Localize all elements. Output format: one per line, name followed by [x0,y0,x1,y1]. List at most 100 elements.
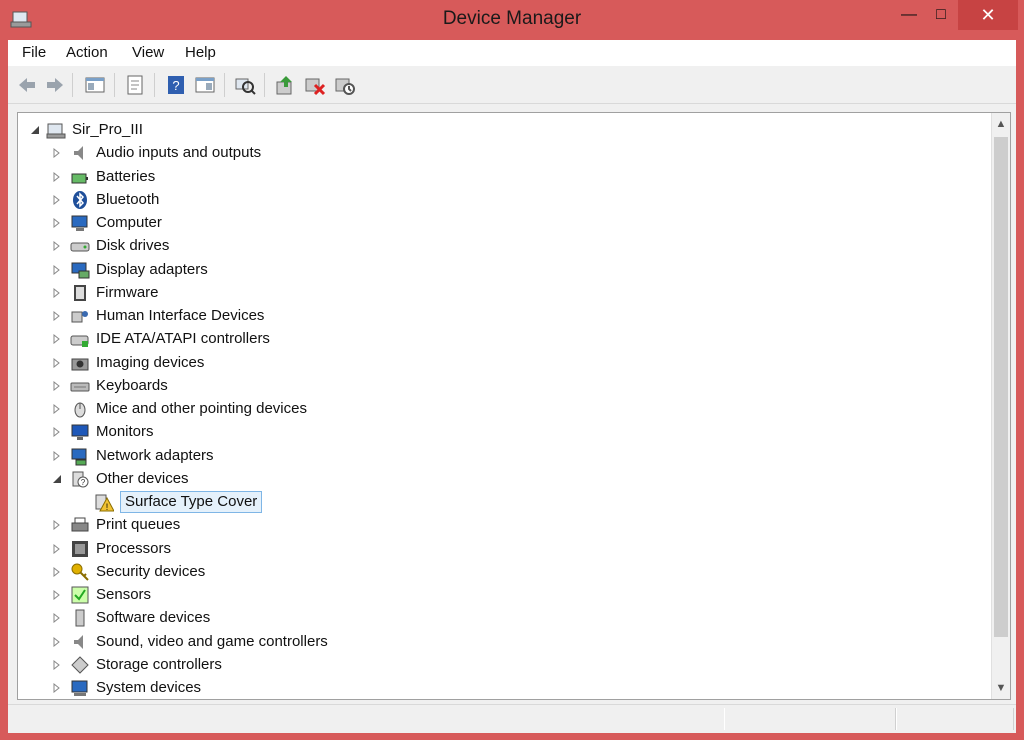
expand-icon[interactable] [52,450,62,461]
tree-item-label: Computer [96,214,162,231]
device-tree[interactable]: Sir_Pro_III Audio inputs and outputs Batte… [17,112,1011,700]
menu-file[interactable]: File [22,44,46,61]
expand-icon[interactable] [52,590,62,600]
expand-icon[interactable] [52,520,62,531]
status-bar [8,704,1016,733]
close-button[interactable]: ✕ [958,0,1018,30]
menu-view[interactable]: View [132,44,164,61]
tree-item-label: Batteries [96,167,156,185]
tree-category[interactable]: Bluetooth [18,189,988,212]
tree-category[interactable]: Software devices [18,607,988,630]
expand-icon[interactable] [52,218,62,228]
tree-item-label: Storage controllers [96,655,222,673]
expand-icon[interactable] [52,334,62,345]
tree-category[interactable]: Disk drives [18,235,988,258]
disk-drive-icon [70,242,90,252]
tree-category[interactable]: IDE ATA/ATAPI controllers [18,328,988,351]
camera-icon [71,358,89,370]
expand-icon[interactable] [52,683,62,693]
properties-pane-icon[interactable] [84,74,106,96]
expand-icon[interactable] [52,380,62,391]
tree-category[interactable]: Human Interface Devices [18,305,988,328]
expand-icon[interactable] [52,543,62,554]
storage-controller-icon [71,656,89,674]
tree-category[interactable]: Firmware [18,282,988,305]
collapse-icon[interactable] [52,474,62,484]
tree-item-label: Sound, video and game controllers [96,632,328,650]
processor-icon [72,540,88,557]
tree-category[interactable]: Display adapters [18,259,988,282]
expand-icon[interactable] [52,287,62,298]
tree-category[interactable]: Sensors [18,584,988,607]
tree-category[interactable]: Network adapters [18,445,988,468]
tree-category[interactable]: System devices [18,677,988,699]
tree-item-label: Human Interface Devices [96,307,265,324]
tree-category[interactable]: Sound, video and game controllers [18,631,988,654]
svg-text:?: ? [81,478,86,487]
title-bar[interactable]: Device Manager — □ ✕ [0,0,1024,40]
expand-icon[interactable] [52,636,62,647]
scroll-down-button[interactable]: ▼ [992,679,1010,697]
expand-icon[interactable] [52,311,62,321]
disable-icon[interactable] [334,74,356,96]
toolbar-separator [224,73,225,97]
tree-category[interactable]: Imaging devices [18,352,988,375]
tree-category[interactable]: Mice and other pointing devices [18,398,988,421]
tree-item-label: Firmware [96,283,159,301]
collapse-icon[interactable] [30,125,40,135]
uninstall-icon[interactable] [304,74,326,96]
scroll-thumb[interactable] [994,137,1008,637]
system-device-icon [71,680,88,696]
tree-category[interactable]: Monitors [18,421,988,444]
battery-icon [71,173,88,183]
tree-item-label: Bluetooth [96,190,160,208]
tree-category[interactable]: Computer [18,212,988,235]
tree-category[interactable]: Keyboards [18,375,988,398]
client-area: File Action View Help ? Sir_Pro_III Audio… [8,40,1016,733]
tree-item-label: Audio inputs and outputs [96,144,262,162]
tree-root[interactable]: Sir_Pro_III [18,119,988,142]
tree-category[interactable]: Print queues [18,514,988,537]
action-pane-icon[interactable] [194,74,216,96]
menu-help[interactable]: Help [185,44,216,61]
menu-bar: File Action View Help [8,40,1016,66]
tree-category[interactable]: Storage controllers [18,654,988,677]
status-segment [724,708,896,730]
scroll-up-button[interactable]: ▲ [992,115,1010,133]
expand-icon[interactable] [52,659,62,670]
forward-icon[interactable] [44,74,66,96]
vertical-scrollbar[interactable]: ▲ ▼ [991,113,1010,699]
hid-icon [71,311,88,323]
tree-category[interactable]: ? Other devices [18,468,988,491]
expand-icon[interactable] [52,404,62,414]
expand-icon[interactable] [52,357,62,368]
expand-icon[interactable] [52,241,62,252]
unknown-device-icon: ? [72,471,89,488]
svg-text:!: ! [106,502,109,512]
back-icon[interactable] [16,74,38,96]
tree-category[interactable]: Processors [18,538,988,561]
update-driver-icon[interactable] [274,74,296,96]
ide-controller-icon [70,335,89,348]
scan-hardware-icon[interactable] [234,74,256,96]
tree-category[interactable]: Batteries [18,166,988,189]
properties-icon[interactable] [124,74,146,96]
mouse-icon [74,402,86,418]
help-icon[interactable]: ? [165,74,187,96]
expand-icon[interactable] [52,613,62,624]
computer-icon [71,215,88,231]
tree-category[interactable]: Security devices [18,561,988,584]
expand-icon[interactable] [52,566,62,577]
tree-category[interactable]: Audio inputs and outputs [18,142,988,165]
tree-item-label: IDE ATA/ATAPI controllers [96,330,270,348]
toolbar: ? [8,67,1016,104]
expand-icon[interactable] [52,264,62,275]
tree-item-label: Network adapters [96,446,214,464]
expand-icon[interactable] [52,171,62,182]
menu-action[interactable]: Action [66,44,108,61]
expand-icon[interactable] [52,194,62,205]
expand-icon[interactable] [52,427,62,438]
toolbar-separator [114,73,115,97]
tree-device-surface-type-cover[interactable]: ! Surface Type Cover [18,491,988,514]
expand-icon[interactable] [52,148,62,159]
